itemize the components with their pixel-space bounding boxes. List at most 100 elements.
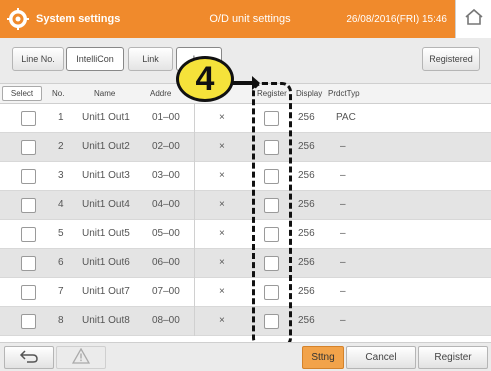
row-mark: × bbox=[219, 315, 225, 326]
row-display: 256 bbox=[298, 286, 315, 297]
table-header: Select No. Name Addre Register Display P… bbox=[0, 84, 491, 104]
column-display: Display bbox=[296, 89, 323, 98]
back-button[interactable] bbox=[4, 346, 54, 369]
table-row[interactable]: 2 Unit1 Out2 02–00 × 256 – bbox=[0, 133, 491, 162]
row-address: 05–00 bbox=[152, 228, 180, 239]
row-display: 256 bbox=[298, 141, 315, 152]
filter-toolbar: Line No. IntelliCon Link L... Registered bbox=[0, 38, 491, 84]
row-type: – bbox=[340, 257, 346, 268]
row-type: – bbox=[340, 286, 346, 297]
row-name: Unit1 Out6 bbox=[82, 257, 130, 268]
row-type: – bbox=[340, 199, 346, 210]
header-title-area: System settings bbox=[0, 0, 155, 38]
home-button[interactable] bbox=[455, 0, 491, 38]
footer-bar: Sttng Cancel Register bbox=[0, 342, 491, 371]
row-name: Unit1 Out1 bbox=[82, 112, 130, 123]
row-address: 07–00 bbox=[152, 286, 180, 297]
row-type: PAC bbox=[336, 112, 356, 123]
row-mark: × bbox=[219, 228, 225, 239]
line-value-field[interactable]: IntelliCon bbox=[66, 47, 124, 71]
register-button[interactable]: Register bbox=[418, 346, 488, 369]
row-name: Unit1 Out5 bbox=[82, 228, 130, 239]
row-mark: × bbox=[219, 257, 225, 268]
row-address: 02–00 bbox=[152, 141, 180, 152]
warning-icon bbox=[71, 347, 91, 367]
line-no-button[interactable]: Line No. bbox=[12, 47, 64, 71]
row-no: 3 bbox=[58, 170, 64, 181]
table-row[interactable]: 8 Unit1 Out8 08–00 × 256 – bbox=[0, 307, 491, 336]
table-row[interactable]: 5 Unit1 Out5 05–00 × 256 – bbox=[0, 220, 491, 249]
column-divider bbox=[194, 278, 195, 307]
select-checkbox[interactable] bbox=[21, 256, 36, 271]
warning-button[interactable] bbox=[56, 346, 106, 369]
column-divider bbox=[194, 162, 195, 191]
row-name: Unit1 Out7 bbox=[82, 286, 130, 297]
unit-list: 1 Unit1 Out1 01–00 × 256 PAC 2 Unit1 Out… bbox=[0, 104, 491, 342]
page-title: System settings bbox=[36, 13, 121, 25]
table-row[interactable]: 4 Unit1 Out4 04–00 × 256 – bbox=[0, 191, 491, 220]
column-divider bbox=[194, 249, 195, 278]
home-icon bbox=[464, 8, 484, 31]
row-display: 256 bbox=[298, 315, 315, 326]
table-row[interactable]: 7 Unit1 Out7 07–00 × 256 – bbox=[0, 278, 491, 307]
back-arrow-icon bbox=[19, 349, 39, 366]
row-mark: × bbox=[219, 141, 225, 152]
column-divider bbox=[194, 133, 195, 162]
gear-icon bbox=[6, 7, 30, 31]
select-checkbox[interactable] bbox=[21, 169, 36, 184]
step-callout: 4 bbox=[176, 56, 234, 102]
section-title: O/D unit settings bbox=[155, 0, 345, 38]
row-address: 01–00 bbox=[152, 112, 180, 123]
column-divider bbox=[194, 191, 195, 220]
column-name: Name bbox=[94, 89, 116, 98]
table-row[interactable]: 1 Unit1 Out1 01–00 × 256 PAC bbox=[0, 104, 491, 133]
row-no: 5 bbox=[58, 228, 64, 239]
row-name: Unit1 Out4 bbox=[82, 199, 130, 210]
row-address: 08–00 bbox=[152, 315, 180, 326]
row-display: 256 bbox=[298, 199, 315, 210]
row-no: 6 bbox=[58, 257, 64, 268]
select-checkbox[interactable] bbox=[21, 140, 36, 155]
link-button[interactable]: Link bbox=[128, 47, 173, 71]
datetime-label: 26/08/2016(FRI) 15:46 bbox=[345, 0, 455, 38]
row-no: 8 bbox=[58, 315, 64, 326]
row-no: 7 bbox=[58, 286, 64, 297]
row-mark: × bbox=[219, 170, 225, 181]
row-mark: × bbox=[219, 199, 225, 210]
table-row[interactable]: 3 Unit1 Out3 03–00 × 256 – bbox=[0, 162, 491, 191]
column-address: Addre bbox=[150, 89, 172, 98]
select-checkbox[interactable] bbox=[21, 285, 36, 300]
row-type: – bbox=[340, 141, 346, 152]
registered-button[interactable]: Registered bbox=[422, 47, 480, 71]
table-row[interactable]: 6 Unit1 Out6 06–00 × 256 – bbox=[0, 249, 491, 278]
column-no: No. bbox=[52, 89, 65, 98]
row-address: 03–00 bbox=[152, 170, 180, 181]
select-checkbox[interactable] bbox=[21, 198, 36, 213]
row-display: 256 bbox=[298, 257, 315, 268]
row-mark: × bbox=[219, 112, 225, 123]
row-type: – bbox=[340, 170, 346, 181]
settings-button[interactable]: Sttng bbox=[302, 346, 344, 369]
column-divider bbox=[194, 104, 195, 133]
row-display: 256 bbox=[298, 112, 315, 123]
row-mark: × bbox=[219, 286, 225, 297]
row-no: 2 bbox=[58, 141, 64, 152]
row-name: Unit1 Out3 bbox=[82, 170, 130, 181]
row-type: – bbox=[340, 315, 346, 326]
select-all-button[interactable]: Select bbox=[2, 86, 42, 101]
title-bar: System settings O/D unit settings 26/08/… bbox=[0, 0, 491, 38]
row-no: 1 bbox=[58, 112, 64, 123]
row-type: – bbox=[340, 228, 346, 239]
select-checkbox[interactable] bbox=[21, 227, 36, 242]
row-address: 06–00 bbox=[152, 257, 180, 268]
column-divider bbox=[194, 307, 195, 336]
select-checkbox[interactable] bbox=[21, 314, 36, 329]
cancel-button[interactable]: Cancel bbox=[346, 346, 416, 369]
select-checkbox[interactable] bbox=[21, 111, 36, 126]
row-no: 4 bbox=[58, 199, 64, 210]
callout-arrow bbox=[232, 76, 260, 90]
row-display: 256 bbox=[298, 170, 315, 181]
row-address: 04–00 bbox=[152, 199, 180, 210]
column-divider bbox=[194, 220, 195, 249]
register-column-highlight bbox=[252, 82, 292, 348]
